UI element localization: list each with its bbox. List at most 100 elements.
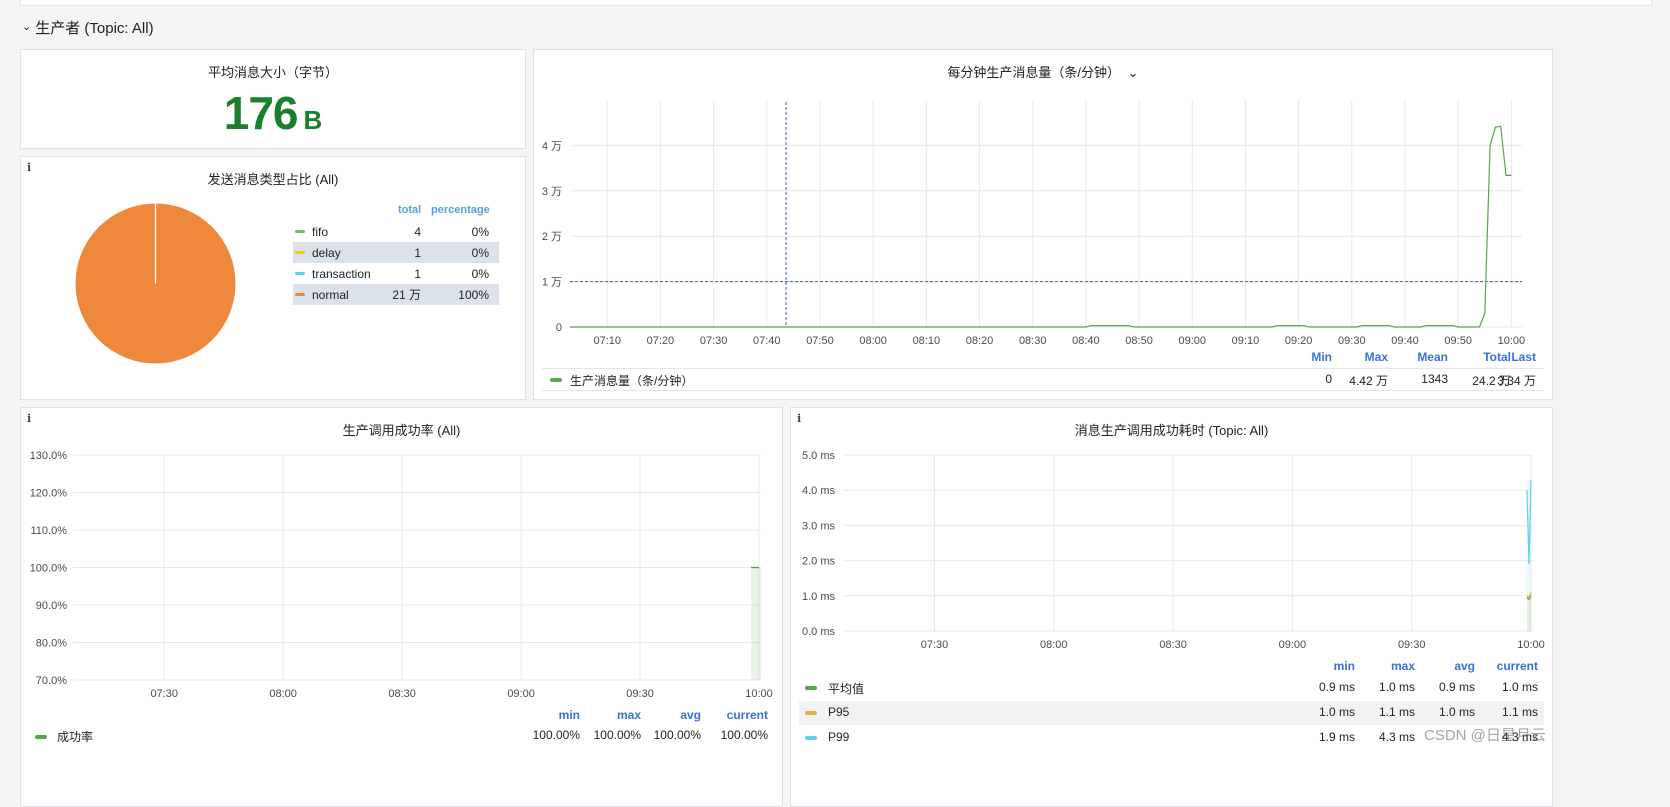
legend-header-mean[interactable]: Mean — [1417, 350, 1448, 364]
legend-row[interactable]: 平均值 0.9 ms 1.0 ms 0.9 ms 1.0 ms — [799, 676, 1544, 700]
series-area — [751, 568, 761, 681]
legend-value: 1.1 ms — [1379, 705, 1415, 719]
legend-value: 1.1 ms — [1502, 705, 1538, 719]
header-total[interactable]: total — [398, 204, 421, 216]
legend-value: 1.0 ms — [1502, 680, 1538, 694]
legend-header-min[interactable]: min — [1334, 659, 1355, 673]
legend-value: 0.9 ms — [1319, 680, 1355, 694]
pie-legend-row[interactable]: fifo 4 0% — [293, 221, 499, 242]
legend-value: 1.0 ms — [1379, 680, 1415, 694]
legend-total: 4 — [414, 225, 421, 239]
legend-value: 100.00% — [721, 728, 768, 742]
legend-percentage: 0% — [472, 225, 489, 239]
row-header-producer[interactable]: ⌄ 生产者 (Topic: All) — [22, 17, 154, 38]
legend-value: 0.9 ms — [1439, 680, 1475, 694]
legend-header-max[interactable]: Max — [1365, 350, 1388, 364]
y-tick-label: 0.0 ms — [802, 626, 836, 638]
pie-legend-row[interactable]: delay 1 0% — [293, 242, 499, 263]
legend-value: 100.00% — [594, 728, 641, 742]
stat-value: 176B — [21, 86, 525, 140]
pie-legend-row[interactable]: transaction 1 0% — [293, 263, 499, 284]
legend-percentage: 100% — [458, 288, 489, 302]
legend-swatch — [295, 272, 305, 275]
legend-label: P95 — [828, 705, 849, 719]
x-tick-label: 08:00 — [269, 688, 297, 700]
legend-total: 21 万 — [392, 286, 421, 303]
legend-header-avg[interactable]: avg — [1454, 659, 1475, 673]
legend-swatch — [805, 736, 817, 740]
x-tick-label: 08:30 — [388, 688, 416, 700]
pie-legend-table: total percentage fifo 4 0% delay 1 0% tr… — [293, 201, 499, 305]
legend-value: 100.00% — [654, 728, 701, 742]
legend-header-avg[interactable]: avg — [680, 708, 701, 722]
y-tick-label: 90.0% — [36, 600, 67, 612]
stat-number: 176 — [224, 87, 298, 139]
legend-header-max[interactable]: max — [617, 708, 641, 722]
series-line[interactable] — [570, 126, 1511, 327]
x-tick-label: 08:30 — [1159, 639, 1187, 651]
x-tick-label: 09:00 — [1279, 639, 1307, 651]
legend-value: 0 — [1325, 372, 1332, 386]
legend-value: 1.0 ms — [1319, 705, 1355, 719]
legend-value: 100.00% — [533, 728, 580, 742]
legend-total: 1 — [414, 246, 421, 260]
legend-swatch — [805, 711, 817, 715]
legend-header-max[interactable]: max — [1391, 659, 1415, 673]
y-tick-label: 1 万 — [542, 277, 562, 289]
y-tick-label: 110.0% — [31, 525, 68, 537]
y-tick-label: 3.0 ms — [802, 520, 836, 532]
legend-row[interactable]: 成功率100.00%100.00%100.00%100.00% — [29, 726, 774, 746]
legend-header-current[interactable]: current — [727, 708, 768, 722]
legend-value: 3.34 万 — [1497, 372, 1536, 389]
pie-chart — [73, 201, 238, 366]
x-tick-label: 09:10 — [1232, 335, 1260, 347]
y-tick-label: 1.0 ms — [802, 591, 836, 603]
x-tick-label: 07:40 — [753, 335, 781, 347]
legend-swatch — [295, 293, 305, 296]
watermark: CSDN @日星月云 — [1424, 724, 1546, 745]
series-area — [1527, 596, 1531, 631]
legend-row[interactable]: P951.0 ms1.1 ms1.0 ms1.1 ms — [799, 701, 1544, 725]
latency-chart: 0.0 ms1.0 ms2.0 ms3.0 ms4.0 ms5.0 ms07:3… — [791, 446, 1552, 661]
x-tick-label: 09:30 — [1338, 335, 1366, 347]
x-tick-label: 08:50 — [1125, 335, 1153, 347]
legend-label: 平均值 — [828, 680, 864, 697]
legend-header-total[interactable]: Total — [1483, 350, 1511, 364]
x-tick-label: 08:20 — [966, 335, 994, 347]
panel-title[interactable]: 每分钟生产消息量（条/分钟） ⌄ — [534, 62, 1552, 81]
x-tick-label: 08:10 — [913, 335, 941, 347]
pie-legend-row[interactable]: normal 21 万 100% — [293, 284, 499, 305]
x-tick-label: 08:00 — [859, 335, 887, 347]
y-tick-label: 4 万 — [542, 140, 562, 152]
legend-header-last[interactable]: Last — [1511, 350, 1536, 364]
per-minute-panel: 每分钟生产消息量（条/分钟） ⌄ 01 万2 万3 万4 万07:1007:20… — [533, 49, 1553, 400]
legend-label: transaction — [312, 267, 371, 281]
legend-label: delay — [312, 246, 341, 260]
header-percentage[interactable]: percentage — [431, 204, 490, 216]
x-tick-label: 07:30 — [921, 639, 949, 651]
legend-header-min[interactable]: Min — [1311, 350, 1332, 364]
legend-value: 1.9 ms — [1319, 730, 1355, 744]
y-tick-label: 0 — [556, 322, 562, 334]
x-tick-label: 09:00 — [507, 688, 535, 700]
chevron-down-icon[interactable]: ⌄ — [22, 20, 31, 33]
x-tick-label: 07:50 — [806, 335, 834, 347]
x-tick-label: 08:30 — [1019, 335, 1047, 347]
legend-label: normal — [312, 288, 349, 302]
x-tick-label: 10:00 — [1498, 335, 1526, 347]
x-tick-label: 10:00 — [1517, 639, 1545, 651]
legend-header-min[interactable]: min — [559, 708, 580, 722]
y-tick-label: 130.0% — [30, 450, 68, 462]
legend-header-current[interactable]: current — [1497, 659, 1538, 673]
legend-swatch — [550, 378, 562, 382]
legend-value: 4.42 万 — [1349, 372, 1388, 389]
legend-value: 1343 — [1421, 372, 1448, 386]
x-tick-label: 10:00 — [745, 688, 773, 700]
x-tick-label: 08:00 — [1040, 639, 1068, 651]
legend-row[interactable]: 生产消息量（条/分钟）04.42 万134324.2 万3.34 万 — [542, 368, 1544, 391]
chevron-down-icon[interactable]: ⌄ — [1128, 65, 1139, 80]
row-title: 生产者 (Topic: All) — [35, 17, 153, 38]
latency-panel: i 消息生产调用成功耗时 (Topic: All) 0.0 ms1.0 ms2.… — [790, 407, 1553, 807]
y-tick-label: 4.0 ms — [802, 485, 836, 497]
success-rate-panel: i 生产调用成功率 (All) 70.0%80.0%90.0%100.0%110… — [20, 407, 783, 807]
